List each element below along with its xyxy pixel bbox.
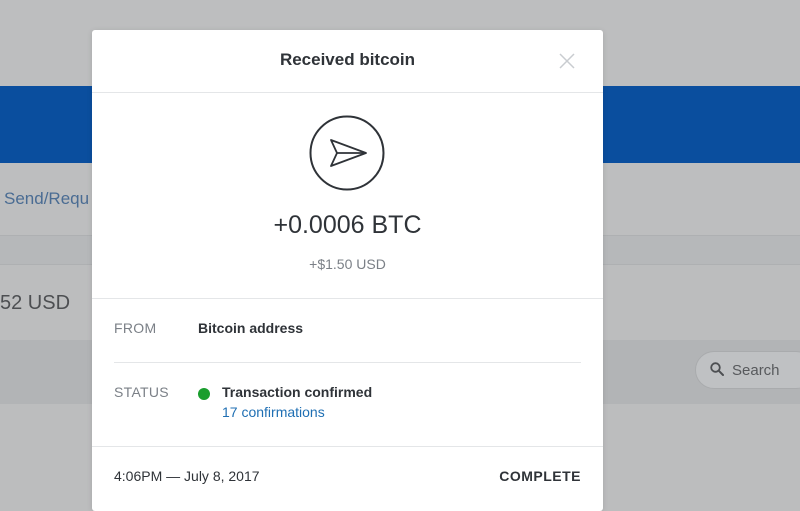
divider xyxy=(92,298,603,299)
amount-btc: +0.0006 BTC xyxy=(273,211,422,239)
send-arrow-icon xyxy=(309,115,385,191)
search-placeholder: Search xyxy=(732,362,780,379)
divider xyxy=(114,362,581,363)
divider xyxy=(92,446,603,447)
from-value: Bitcoin address xyxy=(198,320,304,336)
transaction-detail-modal: Received bitcoin +0.0006 BTC +$1.50 USD … xyxy=(92,30,603,511)
completion-status: COMPLETE xyxy=(499,468,581,484)
status-label: STATUS xyxy=(114,384,169,400)
background-balance-text: 52 USD xyxy=(0,292,71,314)
status-value: Transaction confirmed xyxy=(222,384,373,400)
modal-title: Received bitcoin xyxy=(279,50,416,69)
close-icon[interactable] xyxy=(558,52,576,70)
amount-usd: +$1.50 USD xyxy=(309,256,386,272)
background-search-input: Search xyxy=(695,351,800,389)
status-indicator-dot xyxy=(198,388,210,400)
transaction-timestamp: 4:06PM — July 8, 2017 xyxy=(114,468,260,484)
modal-header: Received bitcoin xyxy=(92,30,603,93)
search-icon xyxy=(710,362,724,376)
nav-item-send-request: Send/Requ xyxy=(4,189,90,208)
from-label: FROM xyxy=(114,320,157,336)
confirmations-link[interactable]: 17 confirmations xyxy=(222,404,325,420)
